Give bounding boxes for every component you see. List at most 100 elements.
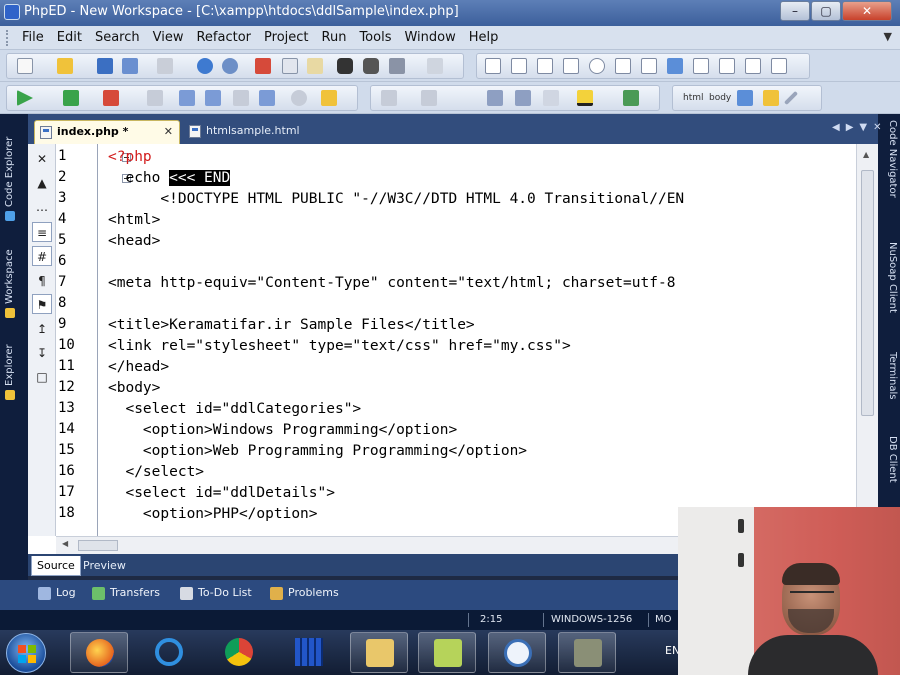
form-icon[interactable] — [693, 58, 709, 74]
taskbar-explorer[interactable] — [350, 632, 408, 673]
menu-grip[interactable] — [6, 30, 10, 46]
code-text-area[interactable]: <?php echo <<< END <!DOCTYPE HTML PUBLIC… — [100, 144, 856, 536]
html-tag-button[interactable]: html — [683, 93, 704, 103]
wrap-icon[interactable]: ≡ — [32, 222, 52, 242]
tab-nav-icons[interactable]: ◀▶▼✕ — [832, 122, 887, 133]
find-next-icon[interactable] — [363, 58, 379, 74]
dock-tab-db-client[interactable]: DB Client — [882, 436, 898, 510]
vertical-scrollbar[interactable]: ▲ — [856, 144, 878, 536]
dock-tab-workspace[interactable]: Workspace — [4, 234, 24, 334]
pen-icon[interactable] — [783, 90, 799, 106]
menu-edit[interactable]: Edit — [57, 30, 89, 45]
tab-close-icon[interactable]: ✕ — [164, 125, 173, 138]
menu-overflow-icon[interactable]: ▼ — [884, 30, 892, 43]
taskbar-recorder[interactable] — [558, 632, 616, 673]
input-icon[interactable] — [719, 58, 735, 74]
tab-index-php[interactable]: index.php * ✕ — [34, 120, 180, 144]
menu-tools[interactable]: Tools — [359, 30, 398, 45]
panel-icon[interactable] — [485, 58, 501, 74]
bookmarks-icon[interactable]: ⚑ — [32, 294, 52, 314]
stop-icon[interactable] — [103, 90, 119, 106]
highlight-icon[interactable] — [577, 90, 593, 106]
pin-icon[interactable]: ▲ — [32, 172, 52, 192]
dock-tab-explorer[interactable]: Explorer — [4, 332, 24, 412]
circle-icon[interactable] — [589, 58, 605, 74]
format-icon[interactable] — [515, 90, 531, 106]
cut-icon[interactable] — [255, 58, 271, 74]
panel-tab-log[interactable]: Log — [38, 586, 76, 606]
goto-icon[interactable]: ↧ — [32, 342, 52, 362]
dock-tab-nusoap-client[interactable]: NuSoap Client — [882, 242, 898, 342]
dock-tab-code-navigator[interactable]: Code Navigator — [882, 120, 898, 230]
monitor-icon[interactable] — [667, 58, 683, 74]
taskbar-phped[interactable] — [488, 632, 546, 673]
split-icon[interactable] — [511, 58, 527, 74]
button-icon[interactable] — [745, 58, 761, 74]
menu-project[interactable]: Project — [264, 30, 315, 45]
watch-icon[interactable] — [259, 90, 275, 106]
save-icon[interactable] — [97, 58, 113, 74]
step-into-icon[interactable] — [179, 90, 195, 106]
print-icon[interactable] — [157, 58, 173, 74]
taskbar-chrome[interactable] — [210, 632, 268, 673]
run-icon[interactable] — [17, 90, 33, 106]
new-file-icon[interactable] — [17, 58, 33, 74]
code-editor[interactable]: ✕ ▲ … ≡ # ¶ ⚑ ↥ ↧ □ 1 2 3 4 5 6 7 8 9 10… — [28, 144, 878, 554]
tab-source[interactable]: Source — [31, 556, 81, 576]
debug-icon[interactable] — [63, 90, 79, 106]
horizontal-scroll-thumb[interactable] — [78, 540, 118, 551]
minimize-button[interactable]: – — [780, 1, 810, 21]
menu-window[interactable]: Window — [404, 30, 462, 45]
copy-icon[interactable] — [282, 58, 298, 74]
list-icon[interactable] — [563, 58, 579, 74]
undo-icon[interactable] — [197, 58, 213, 74]
dock-tab-code-explorer[interactable]: Code Explorer — [4, 124, 24, 234]
maximize-button[interactable]: ▢ — [811, 1, 841, 21]
open-folder-icon[interactable] — [57, 58, 73, 74]
taskbar-notes[interactable] — [418, 632, 476, 673]
comment-icon[interactable]: □ — [32, 366, 52, 386]
tab-preview[interactable]: Preview — [78, 556, 131, 576]
tools-icon[interactable] — [321, 90, 337, 106]
menu-run[interactable]: Run — [322, 30, 354, 45]
step-over-icon[interactable] — [147, 90, 163, 106]
dock-tab-terminals[interactable]: Terminals — [882, 352, 898, 426]
menu-search[interactable]: Search — [95, 30, 147, 45]
vertical-scroll-thumb[interactable] — [861, 170, 874, 416]
save-all-icon[interactable] — [122, 58, 138, 74]
line-numbers-icon[interactable]: # — [32, 246, 52, 266]
menu-view[interactable]: View — [153, 30, 191, 45]
close-editor-icon[interactable]: ✕ — [32, 148, 52, 168]
menu-help[interactable]: Help — [469, 30, 506, 45]
table-icon[interactable] — [641, 58, 657, 74]
panel-tab-problems[interactable]: Problems — [270, 586, 339, 606]
image-icon[interactable] — [623, 90, 639, 106]
magic-icon[interactable] — [487, 90, 503, 106]
menu-file[interactable]: File — [22, 30, 51, 45]
pause-icon[interactable] — [291, 90, 307, 106]
breakpoint-icon[interactable] — [233, 90, 249, 106]
scroll-up-icon[interactable]: ▲ — [863, 150, 869, 159]
page-icon[interactable] — [737, 90, 753, 106]
replace-icon[interactable] — [389, 58, 405, 74]
jump-icon[interactable]: ↥ — [32, 318, 52, 338]
redo-icon[interactable] — [222, 58, 238, 74]
tab-htmlsample[interactable]: htmlsample.html — [184, 120, 304, 144]
back-icon[interactable] — [381, 90, 397, 106]
taskbar-ie[interactable] — [140, 632, 198, 673]
taskbar-firefox[interactable] — [70, 632, 128, 673]
body-tag-button[interactable]: body — [709, 93, 731, 103]
taskbar-media[interactable] — [280, 632, 338, 673]
paragraph-icon[interactable]: ¶ — [32, 270, 52, 290]
folder-icon[interactable] — [763, 90, 779, 106]
whitespace-icon[interactable]: … — [32, 196, 52, 216]
start-button[interactable] — [6, 633, 46, 673]
bookmark-icon[interactable] — [427, 58, 443, 74]
paste-icon[interactable] — [307, 58, 323, 74]
step-out-icon[interactable] — [205, 90, 221, 106]
paint-icon[interactable] — [543, 90, 559, 106]
forward-icon[interactable] — [421, 90, 437, 106]
find-icon[interactable] — [337, 58, 353, 74]
window-icon[interactable] — [615, 58, 631, 74]
textarea-icon[interactable] — [771, 58, 787, 74]
